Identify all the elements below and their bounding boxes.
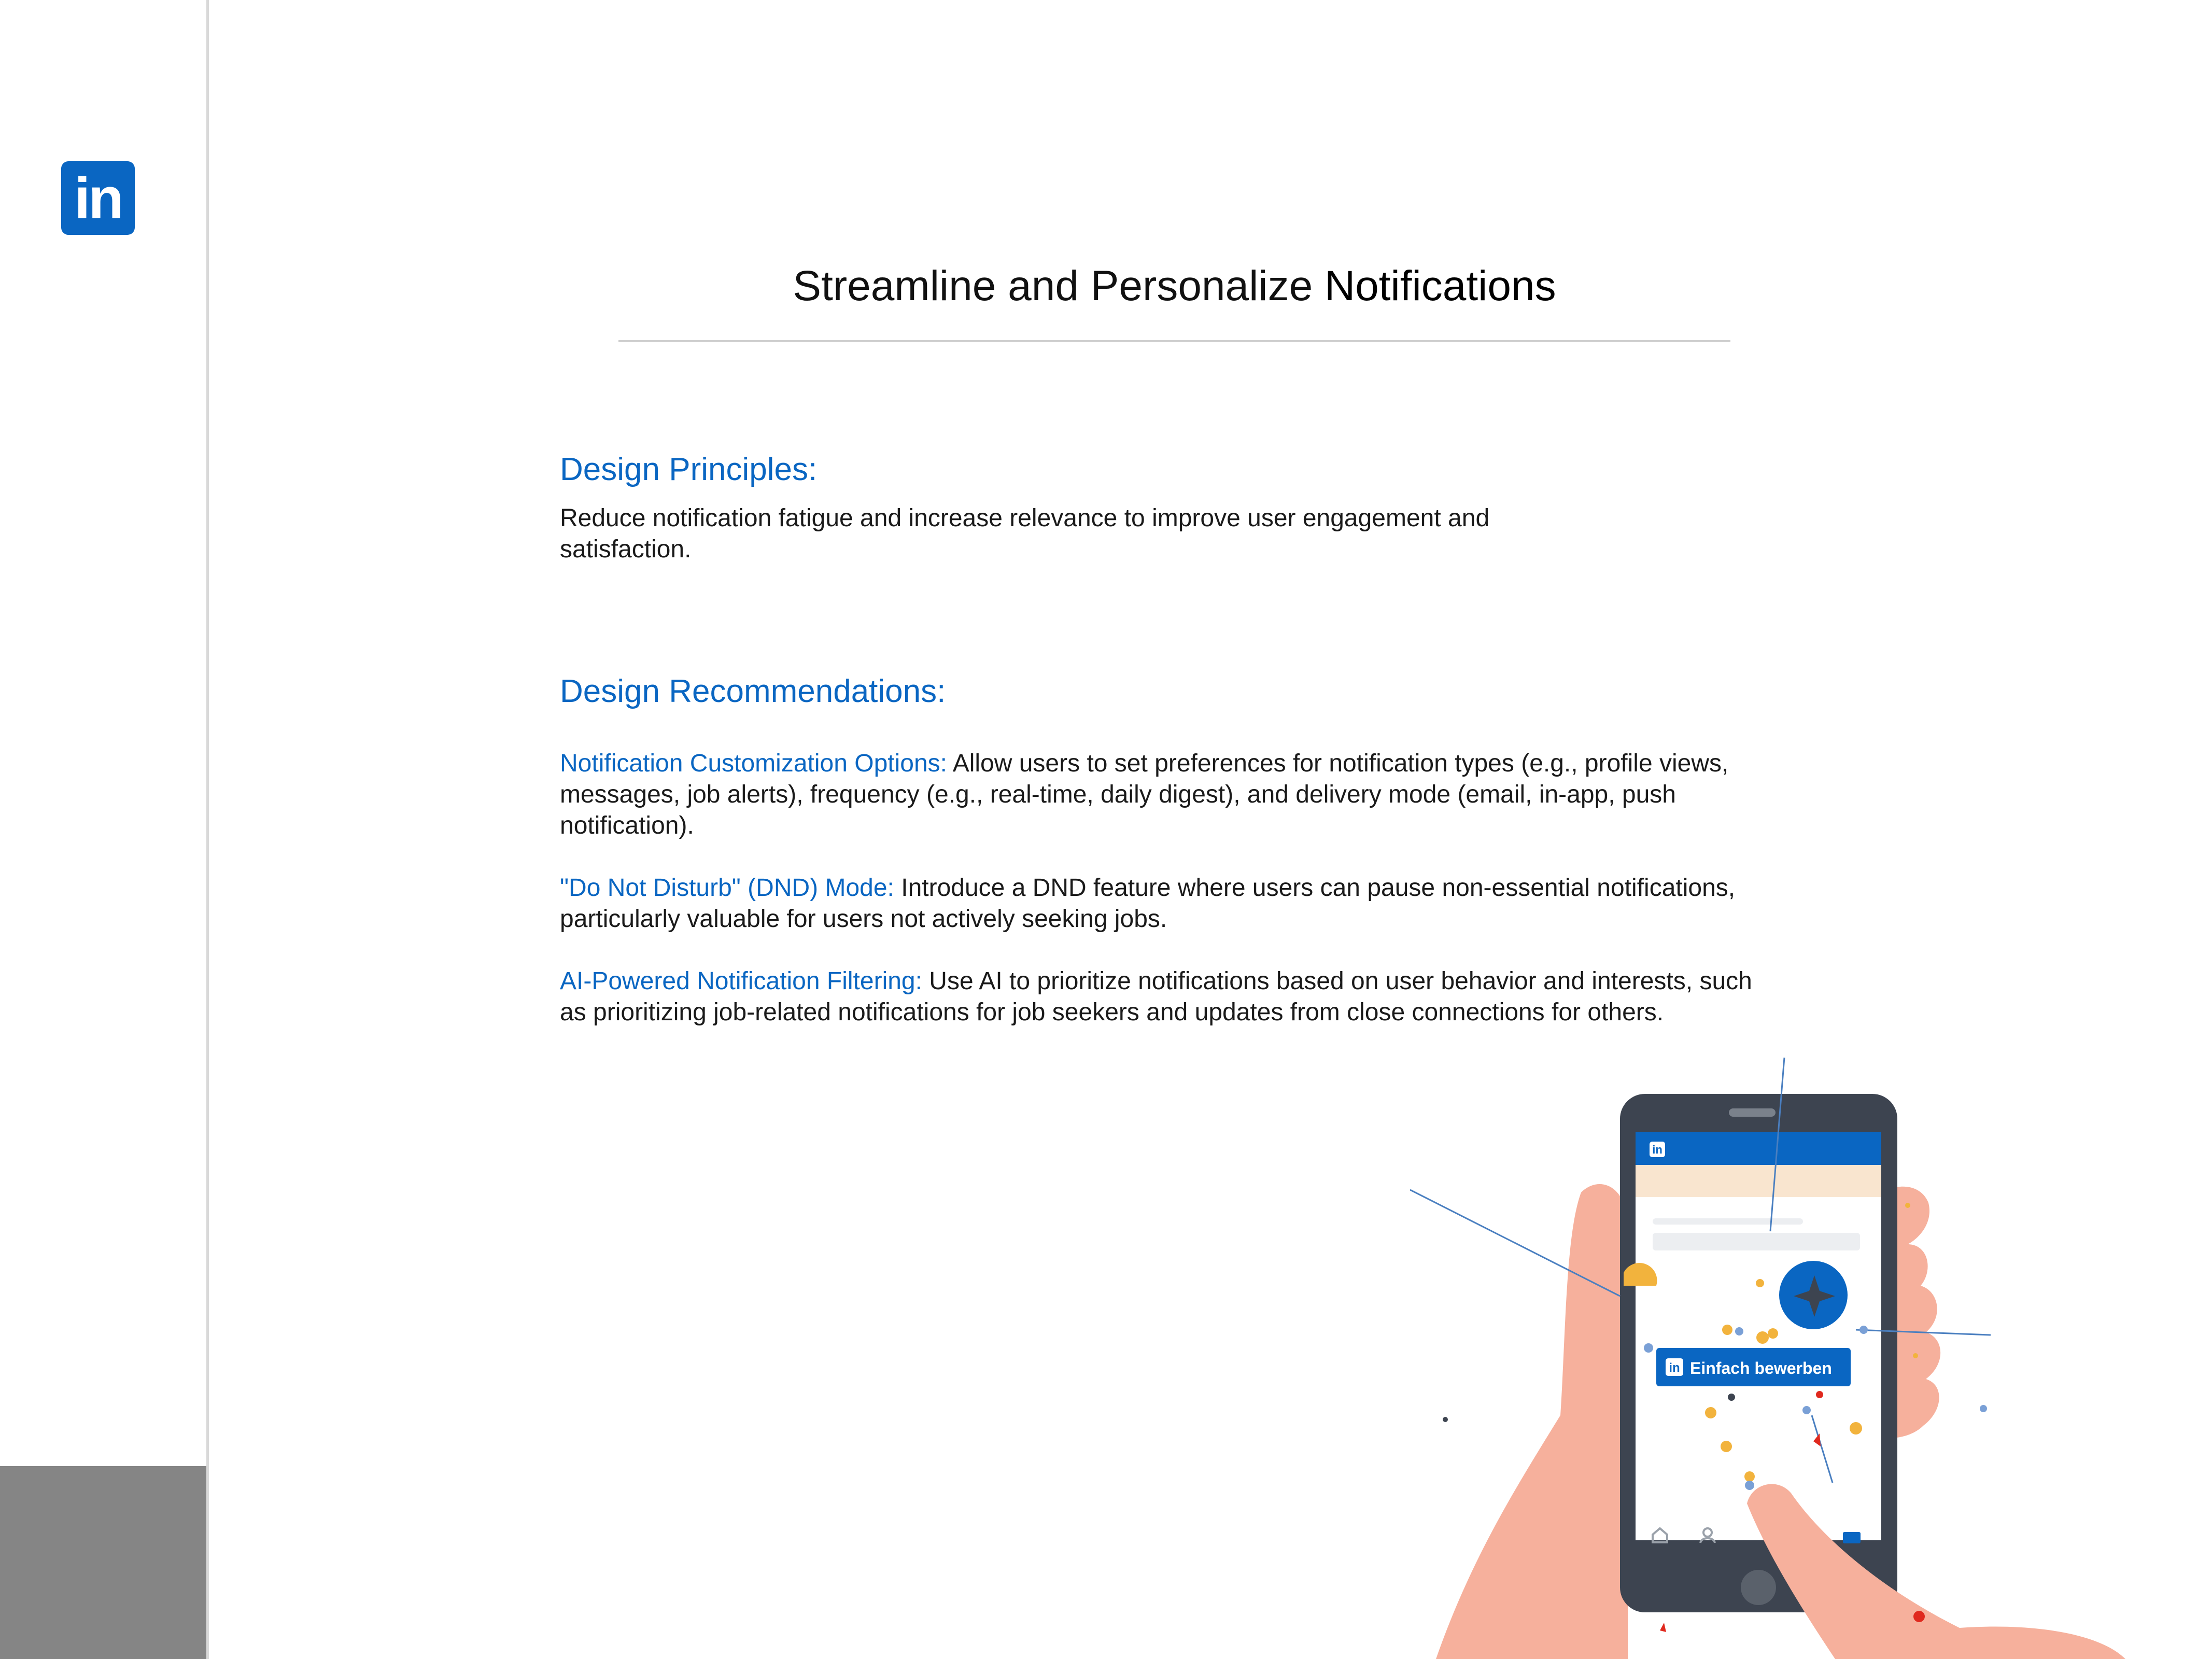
design-recommendations-heading: Design Recommendations: [560, 673, 946, 709]
recommendation-lead: Notification Customization Options: [560, 750, 947, 777]
recommendation-item: AI-Powered Notification Filtering: Use A… [560, 966, 1773, 1028]
title-emphasis: Notifications [1324, 262, 1556, 310]
design-principles-heading: Design Principles: [560, 452, 818, 487]
holding-hand-shape [1436, 1184, 1628, 1659]
title-underline [618, 340, 1730, 342]
pressing-thumb-shape [1747, 1484, 2125, 1659]
sidebar-footer-block [0, 1466, 206, 1659]
phone-home-button [1741, 1570, 1776, 1605]
title-prefix: Streamline and Personalize [793, 262, 1325, 310]
svg-text:in: in [1669, 1361, 1680, 1375]
sidebar-divider [206, 0, 209, 1659]
linkedin-logo-icon: in [61, 161, 135, 235]
apply-button-label: Einfach bewerben [1690, 1359, 1832, 1377]
recommendation-item: Notification Customization Options: Allo… [560, 748, 1773, 841]
phone-logo-text: in [1652, 1143, 1662, 1156]
recommendation-lead: "Do Not Disturb" (DND) Mode: [560, 874, 894, 902]
phone-screen-header [1636, 1132, 1881, 1165]
phone-screen-banner [1636, 1165, 1881, 1197]
recommendation-lead: AI-Powered Notification Filtering: [560, 967, 922, 995]
design-principles-body: Reduce notification fatigue and increase… [560, 504, 1490, 563]
phone-illustration: in in Einfach bewerben [1410, 1057, 2125, 1659]
phone-speaker [1729, 1108, 1776, 1117]
recommendation-item: "Do Not Disturb" (DND) Mode: Introduce a… [560, 873, 1773, 935]
logo-text: in [74, 165, 124, 231]
slide-title: Streamline and Personalize Notifications [618, 262, 1730, 311]
